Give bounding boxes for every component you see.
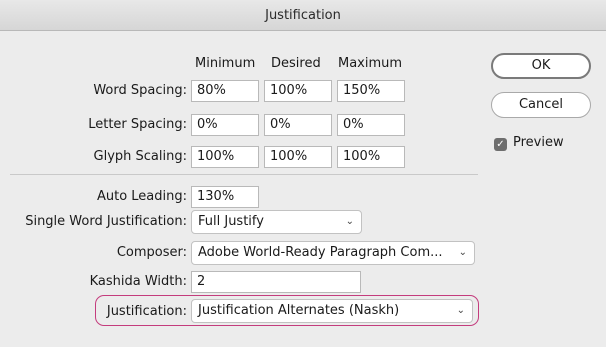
word-spacing-desired-field[interactable]: 100%	[264, 80, 332, 102]
glyph-scaling-maximum-field[interactable]: 100%	[337, 146, 405, 168]
single-word-justification-label: Single Word Justification:	[25, 214, 187, 229]
auto-leading-label: Auto Leading:	[96, 189, 187, 204]
letter-spacing-desired-field[interactable]: 0%	[264, 114, 332, 136]
chevron-down-icon: ⌄	[345, 216, 354, 227]
justification-label: Justification:	[106, 304, 187, 319]
chevron-down-icon: ⌄	[458, 247, 467, 258]
column-header-desired: Desired	[271, 56, 321, 71]
composer-label: Composer:	[116, 245, 187, 260]
justification-select[interactable]: Justification Alternates (Naskh) ⌄	[191, 299, 473, 323]
cancel-button[interactable]: Cancel	[491, 92, 591, 118]
composer-value: Adobe World-Ready Paragraph Com...	[198, 245, 443, 260]
column-header-minimum: Minimum	[195, 56, 256, 71]
composer-select[interactable]: Adobe World-Ready Paragraph Com... ⌄	[191, 241, 475, 265]
kashida-width-label: Kashida Width:	[89, 274, 187, 289]
column-header-maximum: Maximum	[338, 56, 403, 71]
word-spacing-minimum-field[interactable]: 80%	[191, 80, 259, 102]
kashida-width-field[interactable]: 2	[191, 271, 361, 293]
title-bar: Justification	[0, 0, 606, 31]
dialog-title: Justification	[265, 7, 341, 23]
chevron-down-icon: ⌄	[456, 305, 465, 316]
word-spacing-maximum-field[interactable]: 150%	[337, 80, 405, 102]
section-divider	[10, 174, 478, 175]
ok-button[interactable]: OK	[491, 53, 591, 79]
justification-value: Justification Alternates (Naskh)	[198, 303, 400, 318]
single-word-justification-select[interactable]: Full Justify ⌄	[191, 210, 362, 234]
auto-leading-field[interactable]: 130%	[191, 186, 259, 208]
preview-label: Preview	[513, 135, 564, 150]
word-spacing-label: Word Spacing:	[93, 83, 187, 98]
glyph-scaling-minimum-field[interactable]: 100%	[191, 146, 259, 168]
letter-spacing-maximum-field[interactable]: 0%	[337, 114, 405, 136]
single-word-justification-value: Full Justify	[198, 214, 264, 229]
glyph-scaling-label: Glyph Scaling:	[93, 149, 187, 164]
letter-spacing-label: Letter Spacing:	[88, 117, 187, 132]
glyph-scaling-desired-field[interactable]: 100%	[264, 146, 332, 168]
preview-checkbox[interactable]: ✓	[494, 138, 507, 151]
justification-dialog: Justification Minimum Desired Maximum Wo…	[0, 0, 606, 347]
letter-spacing-minimum-field[interactable]: 0%	[191, 114, 259, 136]
